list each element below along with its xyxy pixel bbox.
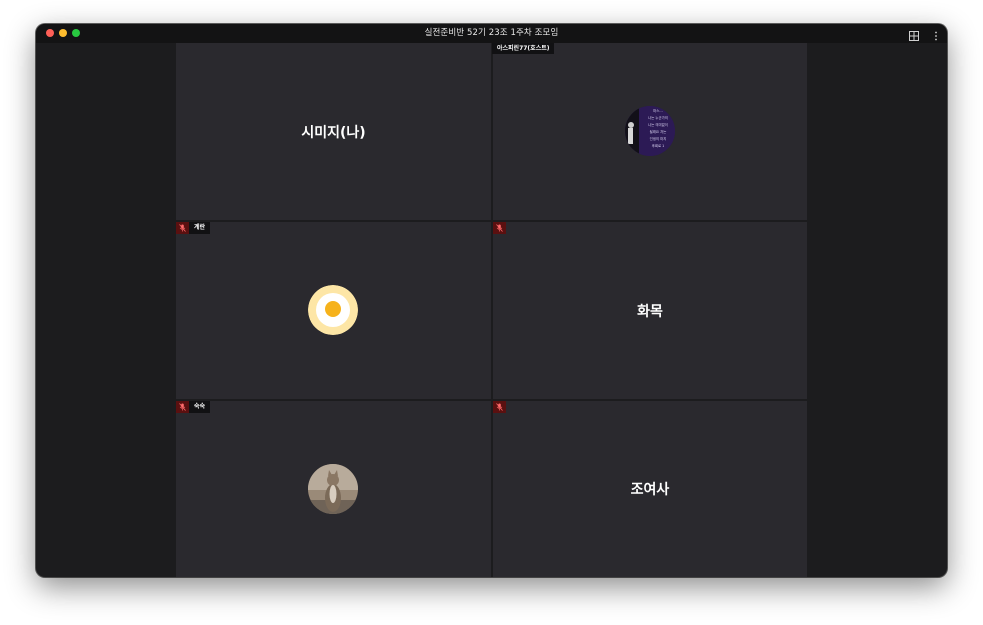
- participant-name: 시미지(나): [301, 124, 366, 141]
- avatar-text-line: 나는 의미없이: [648, 123, 668, 127]
- avatar-text-line: 후회로 1: [651, 144, 665, 148]
- host-name-tag: 아스피린77(호스트): [492, 43, 555, 54]
- mic-muted-icon: [176, 222, 189, 234]
- avatar-text-line: 될래요 자는: [649, 130, 667, 134]
- mic-muted-icon: [493, 401, 506, 413]
- title-bar: 실전준비반 52기 23조 1주차 조모임: [36, 24, 947, 43]
- more-vertical-icon[interactable]: [930, 27, 942, 41]
- mic-muted-icon: [493, 222, 506, 234]
- avatar-text-line: 인생의 마지: [649, 137, 667, 141]
- avatar-text-line: 마스…: [653, 109, 663, 113]
- mic-muted-icon: [176, 401, 189, 413]
- participant-tag: 숙숙: [176, 401, 211, 413]
- grid-layout-icon[interactable]: [908, 27, 920, 41]
- participant-name: 조여사: [630, 482, 670, 498]
- meeting-title: 실전준비반 52기 23조 1주차 조모임: [424, 28, 559, 38]
- participant-tile-host[interactable]: 마스… 나는 누군가의 나는 의미없이 될래요 자는 인생의 마지 후회로 1: [493, 43, 807, 220]
- participant-tile-hwamok[interactable]: 화목: [493, 222, 807, 399]
- participant-tile-joyeosa[interactable]: 조여사: [493, 401, 807, 577]
- participant-name: 화목: [637, 303, 663, 320]
- avatar-text-line: 나는 누군가의: [648, 116, 668, 120]
- participant-tile-self[interactable]: 시미지(나): [176, 43, 491, 220]
- fried-egg-avatar: [308, 285, 358, 335]
- meeting-window: 실전준비반 52기 23조 1주차 조모임 시미지(나) 마스… 나는 누군가의…: [36, 24, 947, 577]
- participant-tag: [493, 222, 506, 234]
- host-avatar: 마스… 나는 누군가의 나는 의미없이 될래요 자는 인생의 마지 후회로 1: [625, 106, 675, 156]
- participant-name: 숙숙: [189, 401, 211, 413]
- participant-tile-egg[interactable]: 계란: [176, 222, 491, 399]
- cat-photo-avatar: [308, 464, 358, 514]
- participant-tile-suksuk[interactable]: 숙숙: [176, 401, 491, 577]
- participant-tag: [493, 401, 506, 413]
- participant-name: 계란: [189, 222, 211, 234]
- participant-tag: 계란: [176, 222, 211, 234]
